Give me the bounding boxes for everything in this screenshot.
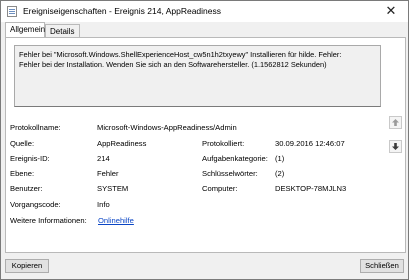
opcode-value: Info bbox=[97, 200, 110, 209]
logged-value: 30.09.2016 12:46:07 bbox=[275, 139, 345, 148]
log-name-value: Microsoft-Windows-AppReadiness/Admin bbox=[97, 123, 237, 132]
computer-value: DESKTOP-78MJLN3 bbox=[275, 184, 347, 193]
event-properties-window: Ereigniseigenschaften - Ereignis 214, Ap… bbox=[0, 0, 409, 280]
copy-button[interactable]: Kopieren bbox=[5, 259, 49, 273]
tab-details[interactable]: Details bbox=[45, 24, 80, 37]
computer-label: Computer: bbox=[202, 184, 238, 193]
close-button[interactable]: Schließen bbox=[360, 259, 404, 273]
online-help-link[interactable]: Onlinehilfe bbox=[98, 216, 134, 225]
more-info-label: Weitere Informationen: bbox=[10, 216, 87, 225]
source-label: Quelle: bbox=[10, 139, 35, 148]
description-line-2: Fehler bei der Installation. Wenden Sie … bbox=[19, 60, 327, 69]
previous-event-button[interactable] bbox=[389, 116, 402, 129]
task-category-value: (1) bbox=[275, 154, 285, 163]
description-line-1: Fehler bei "Microsoft.Windows.ShellExper… bbox=[19, 50, 342, 59]
logged-label: Protokolliert: bbox=[202, 139, 245, 148]
task-category-label: Aufgabenkategorie: bbox=[202, 154, 268, 163]
tab-general[interactable]: Allgemein bbox=[5, 22, 45, 37]
next-event-button[interactable] bbox=[389, 140, 402, 153]
event-id-value: 214 bbox=[97, 154, 110, 163]
event-description[interactable]: Fehler bei "Microsoft.Windows.ShellExper… bbox=[14, 45, 381, 107]
close-icon[interactable]: ✕ bbox=[374, 1, 408, 22]
opcode-label: Vorgangscode: bbox=[10, 200, 61, 209]
source-value: AppReadiness bbox=[97, 139, 147, 148]
level-label: Ebene: bbox=[10, 169, 35, 178]
keywords-value: (2) bbox=[275, 169, 285, 178]
general-panel: Fehler bei "Microsoft.Windows.ShellExper… bbox=[5, 37, 406, 253]
user-label: Benutzer: bbox=[10, 184, 43, 193]
user-value: SYSTEM bbox=[97, 184, 129, 193]
title-bar: Ereigniseigenschaften - Ereignis 214, Ap… bbox=[1, 1, 408, 22]
keywords-label: Schlüsselwörter: bbox=[202, 169, 258, 178]
event-log-icon bbox=[7, 6, 17, 17]
window-title: Ereigniseigenschaften - Ereignis 214, Ap… bbox=[23, 6, 221, 16]
event-id-label: Ereignis-ID: bbox=[10, 154, 50, 163]
arrow-down-icon bbox=[392, 143, 399, 150]
log-name-label: Protokollname: bbox=[10, 123, 61, 132]
level-value: Fehler bbox=[97, 169, 119, 178]
arrow-up-icon bbox=[392, 119, 399, 126]
